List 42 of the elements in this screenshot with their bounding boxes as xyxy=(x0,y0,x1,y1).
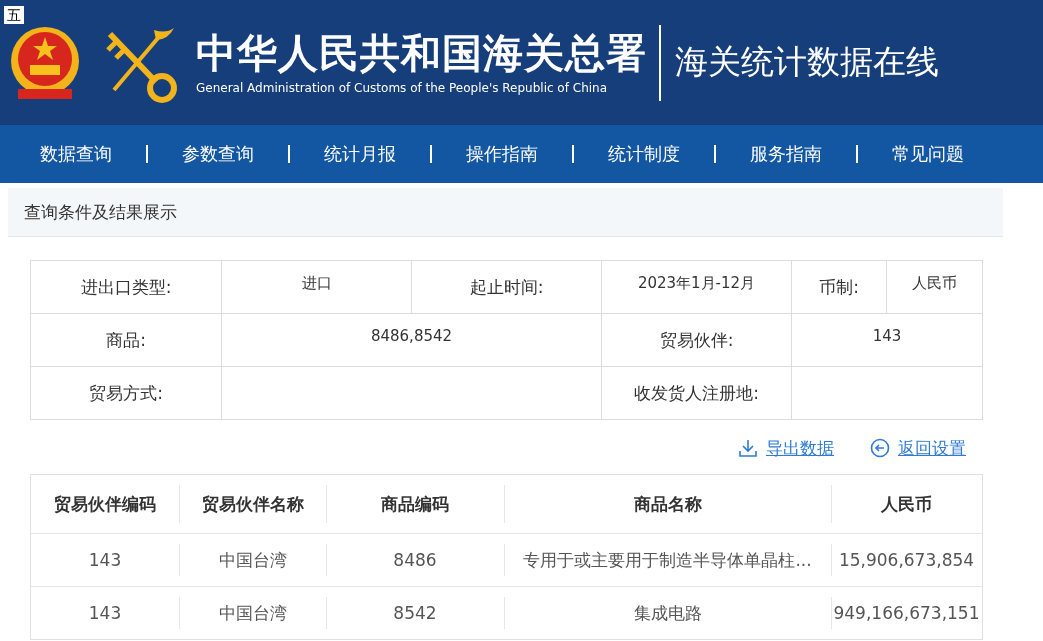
section-heading: 海关统计数据在线 xyxy=(675,41,939,83)
table-cell: 专用于或主要用于制造半导体单晶柱... xyxy=(504,534,831,586)
column-header: 商品名称 xyxy=(504,475,831,533)
condition-label: 贸易伙伴: xyxy=(659,328,734,352)
condition-value: 143 xyxy=(872,327,902,345)
condition-value: 进口 xyxy=(301,273,332,293)
column-header: 商品编码 xyxy=(326,475,504,533)
table-cell: 15,906,673,854 xyxy=(831,534,982,586)
nav-link[interactable]: 统计制度 xyxy=(608,142,680,166)
nav-link[interactable]: 数据查询 xyxy=(40,142,112,166)
table-cell: 中国台湾 xyxy=(179,534,326,586)
condition-label: 币制: xyxy=(819,275,859,299)
column-header: 人民币 xyxy=(831,475,982,533)
corner-mark: 五 xyxy=(4,6,24,24)
condition-value: 8486,8542 xyxy=(370,327,453,345)
back-link[interactable]: 返回设置 xyxy=(870,436,966,460)
download-icon xyxy=(738,438,758,458)
nav-link[interactable]: 参数查询 xyxy=(182,142,254,166)
nav-link[interactable]: 操作指南 xyxy=(466,142,538,166)
condition-label: 商品: xyxy=(106,328,146,352)
export-link[interactable]: 导出数据 xyxy=(738,436,834,460)
nav-link[interactable]: 服务指南 xyxy=(750,142,822,166)
table-cell: 集成电路 xyxy=(504,587,831,639)
condition-label: 贸易方式: xyxy=(89,381,163,405)
condition-label: 起止时间: xyxy=(469,275,544,299)
site-title: 中华人民共和国海关总署 xyxy=(196,30,647,75)
table-cell-text: 143 xyxy=(87,549,123,572)
condition-value: 2023年1月-12月 xyxy=(637,273,756,293)
condition-label: 收发货人注册地: xyxy=(634,381,759,405)
condition-value: 人民币 xyxy=(912,273,957,293)
table-cell: 8486 xyxy=(326,534,504,586)
table-cell: 8542 xyxy=(326,587,504,639)
nav-link[interactable]: 统计月报 xyxy=(324,142,396,166)
table-cell: 949,166,673,151 xyxy=(831,587,982,639)
table-cell: 中国台湾 xyxy=(179,587,326,639)
column-header: 贸易伙伴编码 xyxy=(53,492,157,516)
section-title: 查询条件及结果展示 xyxy=(24,200,177,224)
site-subtitle: General Administration of Customs of the People's Republic of China xyxy=(196,80,609,95)
nav-link[interactable]: 常见问题 xyxy=(892,142,964,166)
column-header: 贸易伙伴名称 xyxy=(179,475,326,533)
table-cell-text: 143 xyxy=(87,602,123,625)
condition-label: 进出口类型: xyxy=(80,275,172,299)
